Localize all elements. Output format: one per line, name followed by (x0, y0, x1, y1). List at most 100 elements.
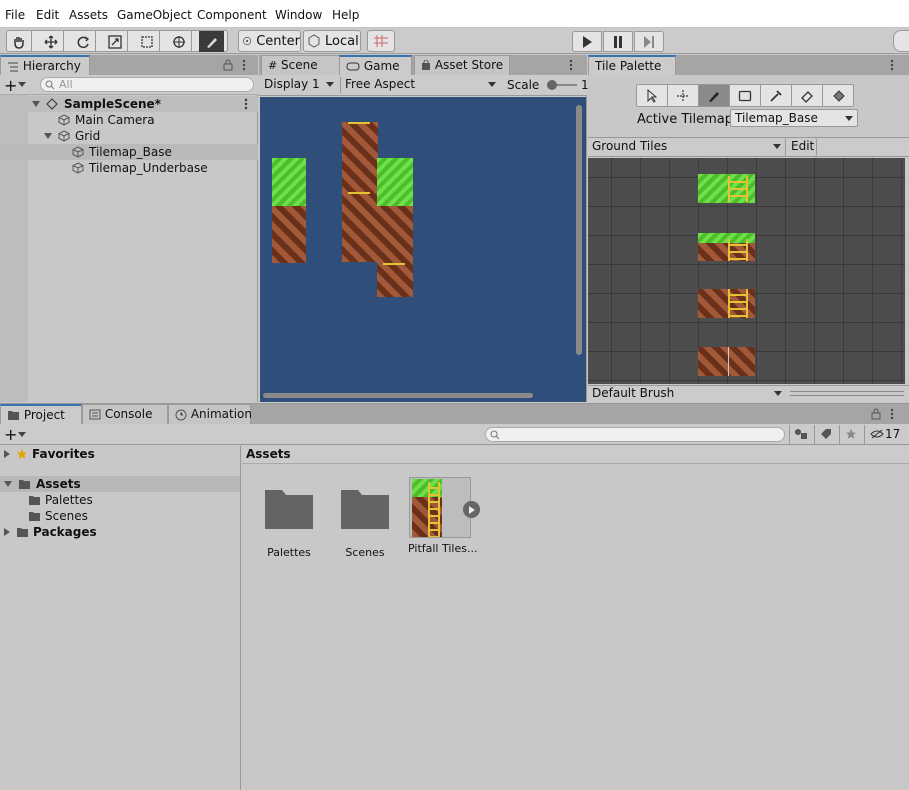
expand-arrow-icon[interactable] (4, 528, 10, 536)
gameobject-cube-icon (72, 162, 84, 174)
hierarchy-item-grid[interactable]: Grid (44, 128, 100, 144)
favorites-toggle-button[interactable] (839, 425, 863, 444)
tab-console[interactable]: Console (82, 404, 168, 424)
transform-tool-icon[interactable] (167, 31, 192, 52)
hierarchy-item-tilemap-base[interactable]: Tilemap_Base (0, 144, 258, 160)
menu-help[interactable]: Help (332, 8, 359, 22)
brush-dropdown[interactable]: Default Brush (588, 385, 786, 403)
expand-arrow-icon[interactable] (4, 481, 12, 487)
eraser-icon[interactable] (792, 85, 823, 106)
scene-row[interactable]: SampleScene* (0, 96, 258, 112)
menu-assets[interactable]: Assets (69, 8, 108, 22)
step-button[interactable] (634, 31, 664, 52)
pause-icon (614, 35, 622, 48)
create-add-icon[interactable]: + (4, 425, 17, 444)
hierarchy-item-main-camera[interactable]: Main Camera (58, 112, 155, 128)
hierarchy-item-tilemap-underbase[interactable]: Tilemap_Underbase (72, 160, 208, 176)
pause-button[interactable] (603, 31, 633, 52)
tree-item-favorites[interactable]: Favorites (0, 446, 95, 462)
palette-dropdown[interactable]: Ground Tiles (588, 138, 786, 156)
play-icon (468, 505, 475, 514)
create-dropdown-icon[interactable] (18, 82, 26, 87)
hierarchy-item-label: Grid (75, 129, 101, 143)
more-options-icon[interactable] (569, 59, 573, 71)
rotate-tool-icon[interactable] (71, 31, 96, 52)
panel-splitter-handle[interactable] (790, 391, 904, 396)
active-tilemap-dropdown[interactable]: Tilemap_Base (730, 109, 858, 127)
scene-options-icon[interactable] (244, 98, 248, 110)
scale-slider-thumb[interactable] (547, 80, 557, 90)
expand-arrow-icon[interactable] (4, 450, 10, 458)
expand-arrow-icon[interactable] (44, 133, 52, 139)
cloud-button[interactable] (893, 30, 909, 52)
tile-dirt-bottom[interactable] (698, 347, 755, 376)
more-options-icon[interactable] (890, 408, 894, 420)
custom-tool-icon[interactable] (199, 31, 224, 52)
hand-tool-icon[interactable] (7, 31, 32, 52)
game-viewport[interactable] (260, 97, 586, 402)
filter-by-type-button[interactable] (789, 425, 813, 444)
flood-fill-icon[interactable] (823, 85, 854, 106)
filter-by-label-button[interactable] (814, 425, 838, 444)
more-options-icon[interactable] (890, 59, 894, 71)
expand-arrow-icon[interactable] (32, 101, 40, 107)
asset-folder-scenes[interactable]: Scenes (340, 486, 390, 559)
hidden-packages-toggle[interactable]: 17 (864, 425, 909, 444)
paint-brush-icon[interactable] (699, 85, 730, 106)
tab-asset-store[interactable]: Asset Store (414, 55, 510, 75)
horizontal-scrollbar[interactable] (263, 393, 533, 398)
move-tool-icon[interactable] (39, 31, 64, 52)
pivot-mode-button[interactable]: Center (238, 30, 301, 52)
star-icon (846, 429, 856, 439)
tab-animation[interactable]: Animation (168, 404, 252, 424)
menu-gameobject[interactable]: GameObject (117, 8, 192, 22)
label-tag-icon (821, 429, 831, 439)
scale-tool-icon[interactable] (103, 31, 128, 52)
menu-window[interactable]: Window (275, 8, 322, 22)
create-dropdown-icon[interactable] (18, 432, 26, 437)
picker-eyedropper-icon[interactable] (761, 85, 792, 106)
lock-icon[interactable] (871, 408, 881, 420)
asset-pitfall-tiles[interactable] (409, 477, 471, 538)
tree-item-packages[interactable]: Packages (0, 524, 97, 540)
tab-tile-palette[interactable]: Tile Palette (588, 55, 676, 75)
vertical-scrollbar[interactable] (576, 105, 582, 355)
box-fill-icon[interactable] (730, 85, 761, 106)
menu-edit[interactable]: Edit (36, 8, 59, 22)
play-button[interactable] (572, 31, 602, 52)
tab-hierarchy-label: Hierarchy (22, 59, 81, 73)
display-value: Display 1 (264, 77, 320, 91)
gameobject-cube-icon (58, 130, 70, 142)
folder-open-icon (19, 480, 30, 489)
select-tool-icon[interactable] (637, 85, 668, 106)
tab-game[interactable]: Game (339, 55, 412, 75)
snap-toggle-button[interactable] (367, 30, 395, 52)
rect-tool-icon[interactable] (135, 31, 160, 52)
menu-file[interactable]: File (5, 8, 25, 22)
more-options-icon[interactable] (242, 59, 246, 71)
tree-item-assets[interactable]: Assets (0, 476, 240, 492)
tree-item-palettes[interactable]: Palettes (28, 492, 93, 508)
project-search-field[interactable] (485, 427, 785, 442)
tab-hierarchy[interactable]: Hierarchy (0, 55, 90, 75)
asset-folder-palettes[interactable]: Palettes (264, 486, 314, 559)
aspect-dropdown[interactable]: Free Aspect (340, 76, 500, 94)
game-view-panel: # Scene Game Asset Store Display 1 Free … (259, 55, 589, 402)
menu-component[interactable]: Component (197, 8, 267, 22)
palette-edit-button[interactable]: Edit (787, 138, 817, 156)
ladder-tile-sprite (728, 289, 748, 318)
expand-asset-button[interactable] (463, 501, 480, 518)
move-tool-icon[interactable] (668, 85, 699, 106)
pivot-space-button[interactable]: Local (303, 30, 361, 52)
hierarchy-search-field[interactable]: All (40, 77, 254, 92)
tab-scene[interactable]: # Scene (261, 55, 340, 75)
create-add-icon[interactable]: + (4, 76, 17, 95)
tree-item-scenes[interactable]: Scenes (28, 508, 88, 524)
tab-project[interactable]: Project (0, 404, 82, 424)
palette-grid[interactable] (588, 158, 905, 384)
display-dropdown[interactable]: Display 1 (260, 76, 338, 94)
folder-icon (29, 511, 40, 521)
dropdown-arrow-icon (845, 116, 853, 121)
breadcrumb[interactable]: Assets (246, 447, 291, 461)
lock-icon[interactable] (223, 59, 233, 71)
